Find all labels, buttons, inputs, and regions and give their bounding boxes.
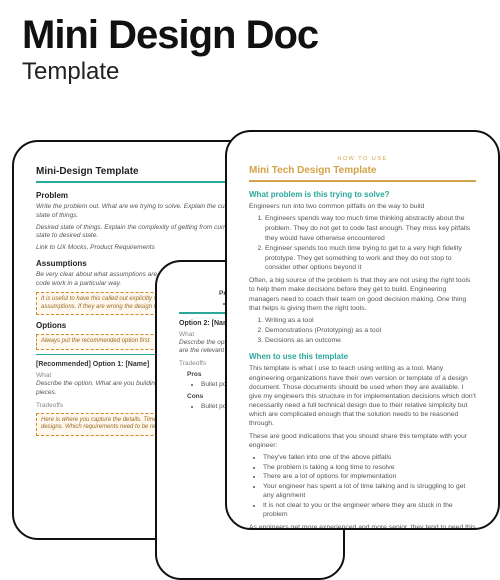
indicator-4: Your engineer has spent a lot of time ta… xyxy=(263,482,476,501)
s2-body2: These are good indications that you shou… xyxy=(249,432,476,450)
doc-title: Mini-Design Template xyxy=(36,166,248,177)
page-subtitle: Template xyxy=(22,58,318,86)
howto-label: HOW TO USE xyxy=(249,156,476,162)
indicator-2: The problem is taking a long time to res… xyxy=(263,463,476,473)
section-heading-what-problem: What problem is this trying to solve? xyxy=(249,190,476,199)
indicator-1: They've fallen into one of the above pit… xyxy=(263,453,476,463)
s2-body1: This template is what I use to teach usi… xyxy=(249,364,476,428)
section-heading-problem: Problem xyxy=(36,191,248,200)
s1-intro: Engineers run into two common pitfalls o… xyxy=(249,202,476,211)
indicator-5: It is not clear to you or the engineer w… xyxy=(263,501,476,520)
page-title: Mini Design Doc xyxy=(22,14,318,56)
problem-link: Link to UX Mocks, Product Requirements xyxy=(36,244,248,253)
tool-1: Writing as a tool xyxy=(265,316,476,326)
divider-teal xyxy=(36,181,248,183)
page-header: Mini Design Doc Template xyxy=(22,14,318,86)
problem-body2: Desired state of things. Explain the com… xyxy=(36,224,248,242)
section-heading-when: When to use this template xyxy=(249,352,476,361)
tool-2: Demonstrations (Prototyping) as a tool xyxy=(265,326,476,336)
template-card-howto: HOW TO USE Mini Tech Design Template Wha… xyxy=(225,130,500,530)
tool-3: Decisions as an outcome xyxy=(265,336,476,346)
pitfall-1: Engineers spends way too much time think… xyxy=(265,214,476,244)
doc-title: Mini Tech Design Template xyxy=(249,165,476,176)
divider-amber xyxy=(249,180,476,182)
indicator-3: There are a lot of options for implement… xyxy=(263,472,476,482)
s1-body: Often, a big source of the problem is th… xyxy=(249,276,476,313)
pitfall-2: Engineer spends too much time trying to … xyxy=(265,244,476,274)
problem-body1: Write the problem out. What are we tryin… xyxy=(36,203,248,221)
s2-body3: As engineers get more experienced and mo… xyxy=(249,523,476,530)
